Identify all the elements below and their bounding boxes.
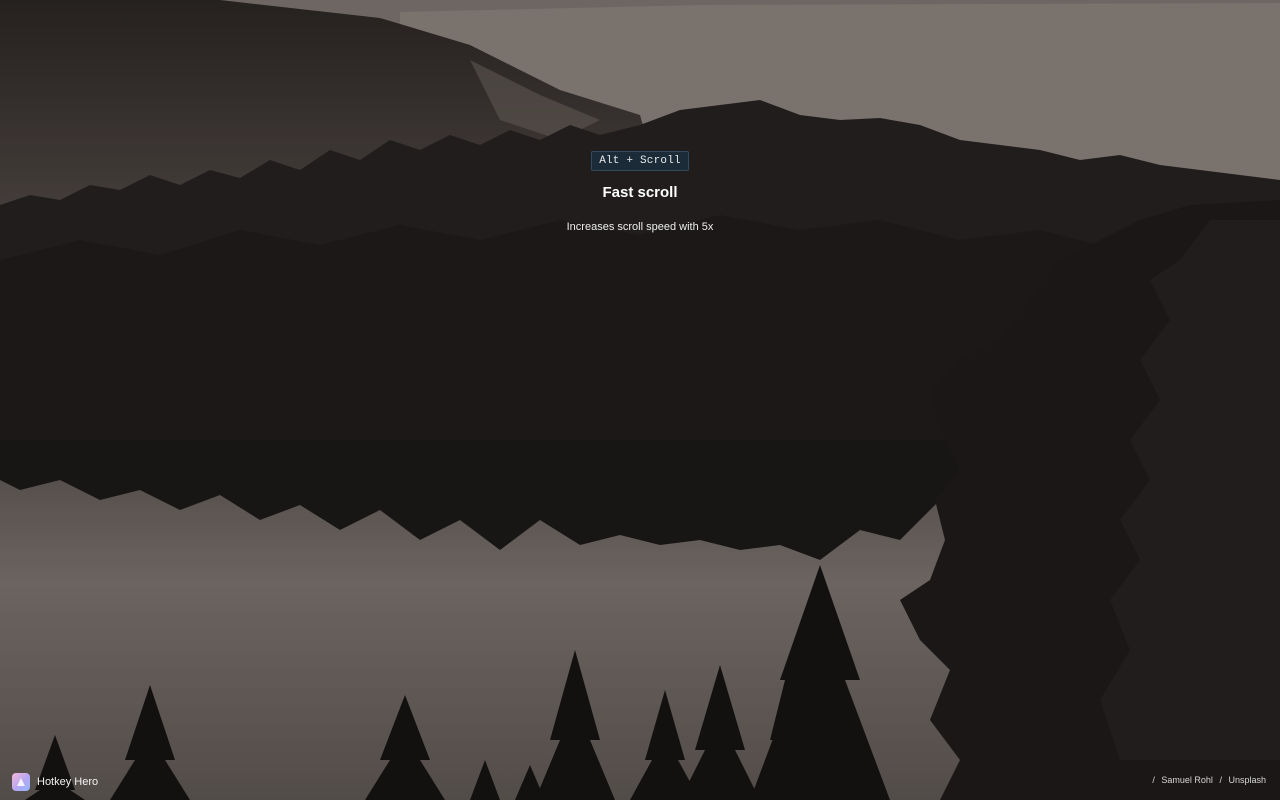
- credit-source-link[interactable]: Unsplash: [1228, 775, 1266, 785]
- credit-separator: /: [1152, 775, 1155, 785]
- hotkey-hero-logo-icon: [12, 773, 30, 791]
- credit-author-link[interactable]: Samuel Rohl: [1161, 775, 1213, 785]
- background-photo: [0, 0, 1280, 800]
- forest-lake-photo: [0, 0, 1280, 800]
- hotkey-description: Increases scroll speed with 5x: [566, 221, 714, 233]
- hotkey-keys: Alt + Scroll: [591, 151, 689, 171]
- hotkey-card: Alt + Scroll Fast scroll Increases scrol…: [0, 150, 1280, 233]
- brand[interactable]: Hotkey Hero: [12, 773, 98, 791]
- brand-name: Hotkey Hero: [37, 776, 99, 788]
- photo-credit: / Samuel Rohl / Unsplash: [1150, 775, 1268, 785]
- credit-separator: /: [1219, 775, 1222, 785]
- hotkey-title: Fast scroll: [602, 184, 678, 201]
